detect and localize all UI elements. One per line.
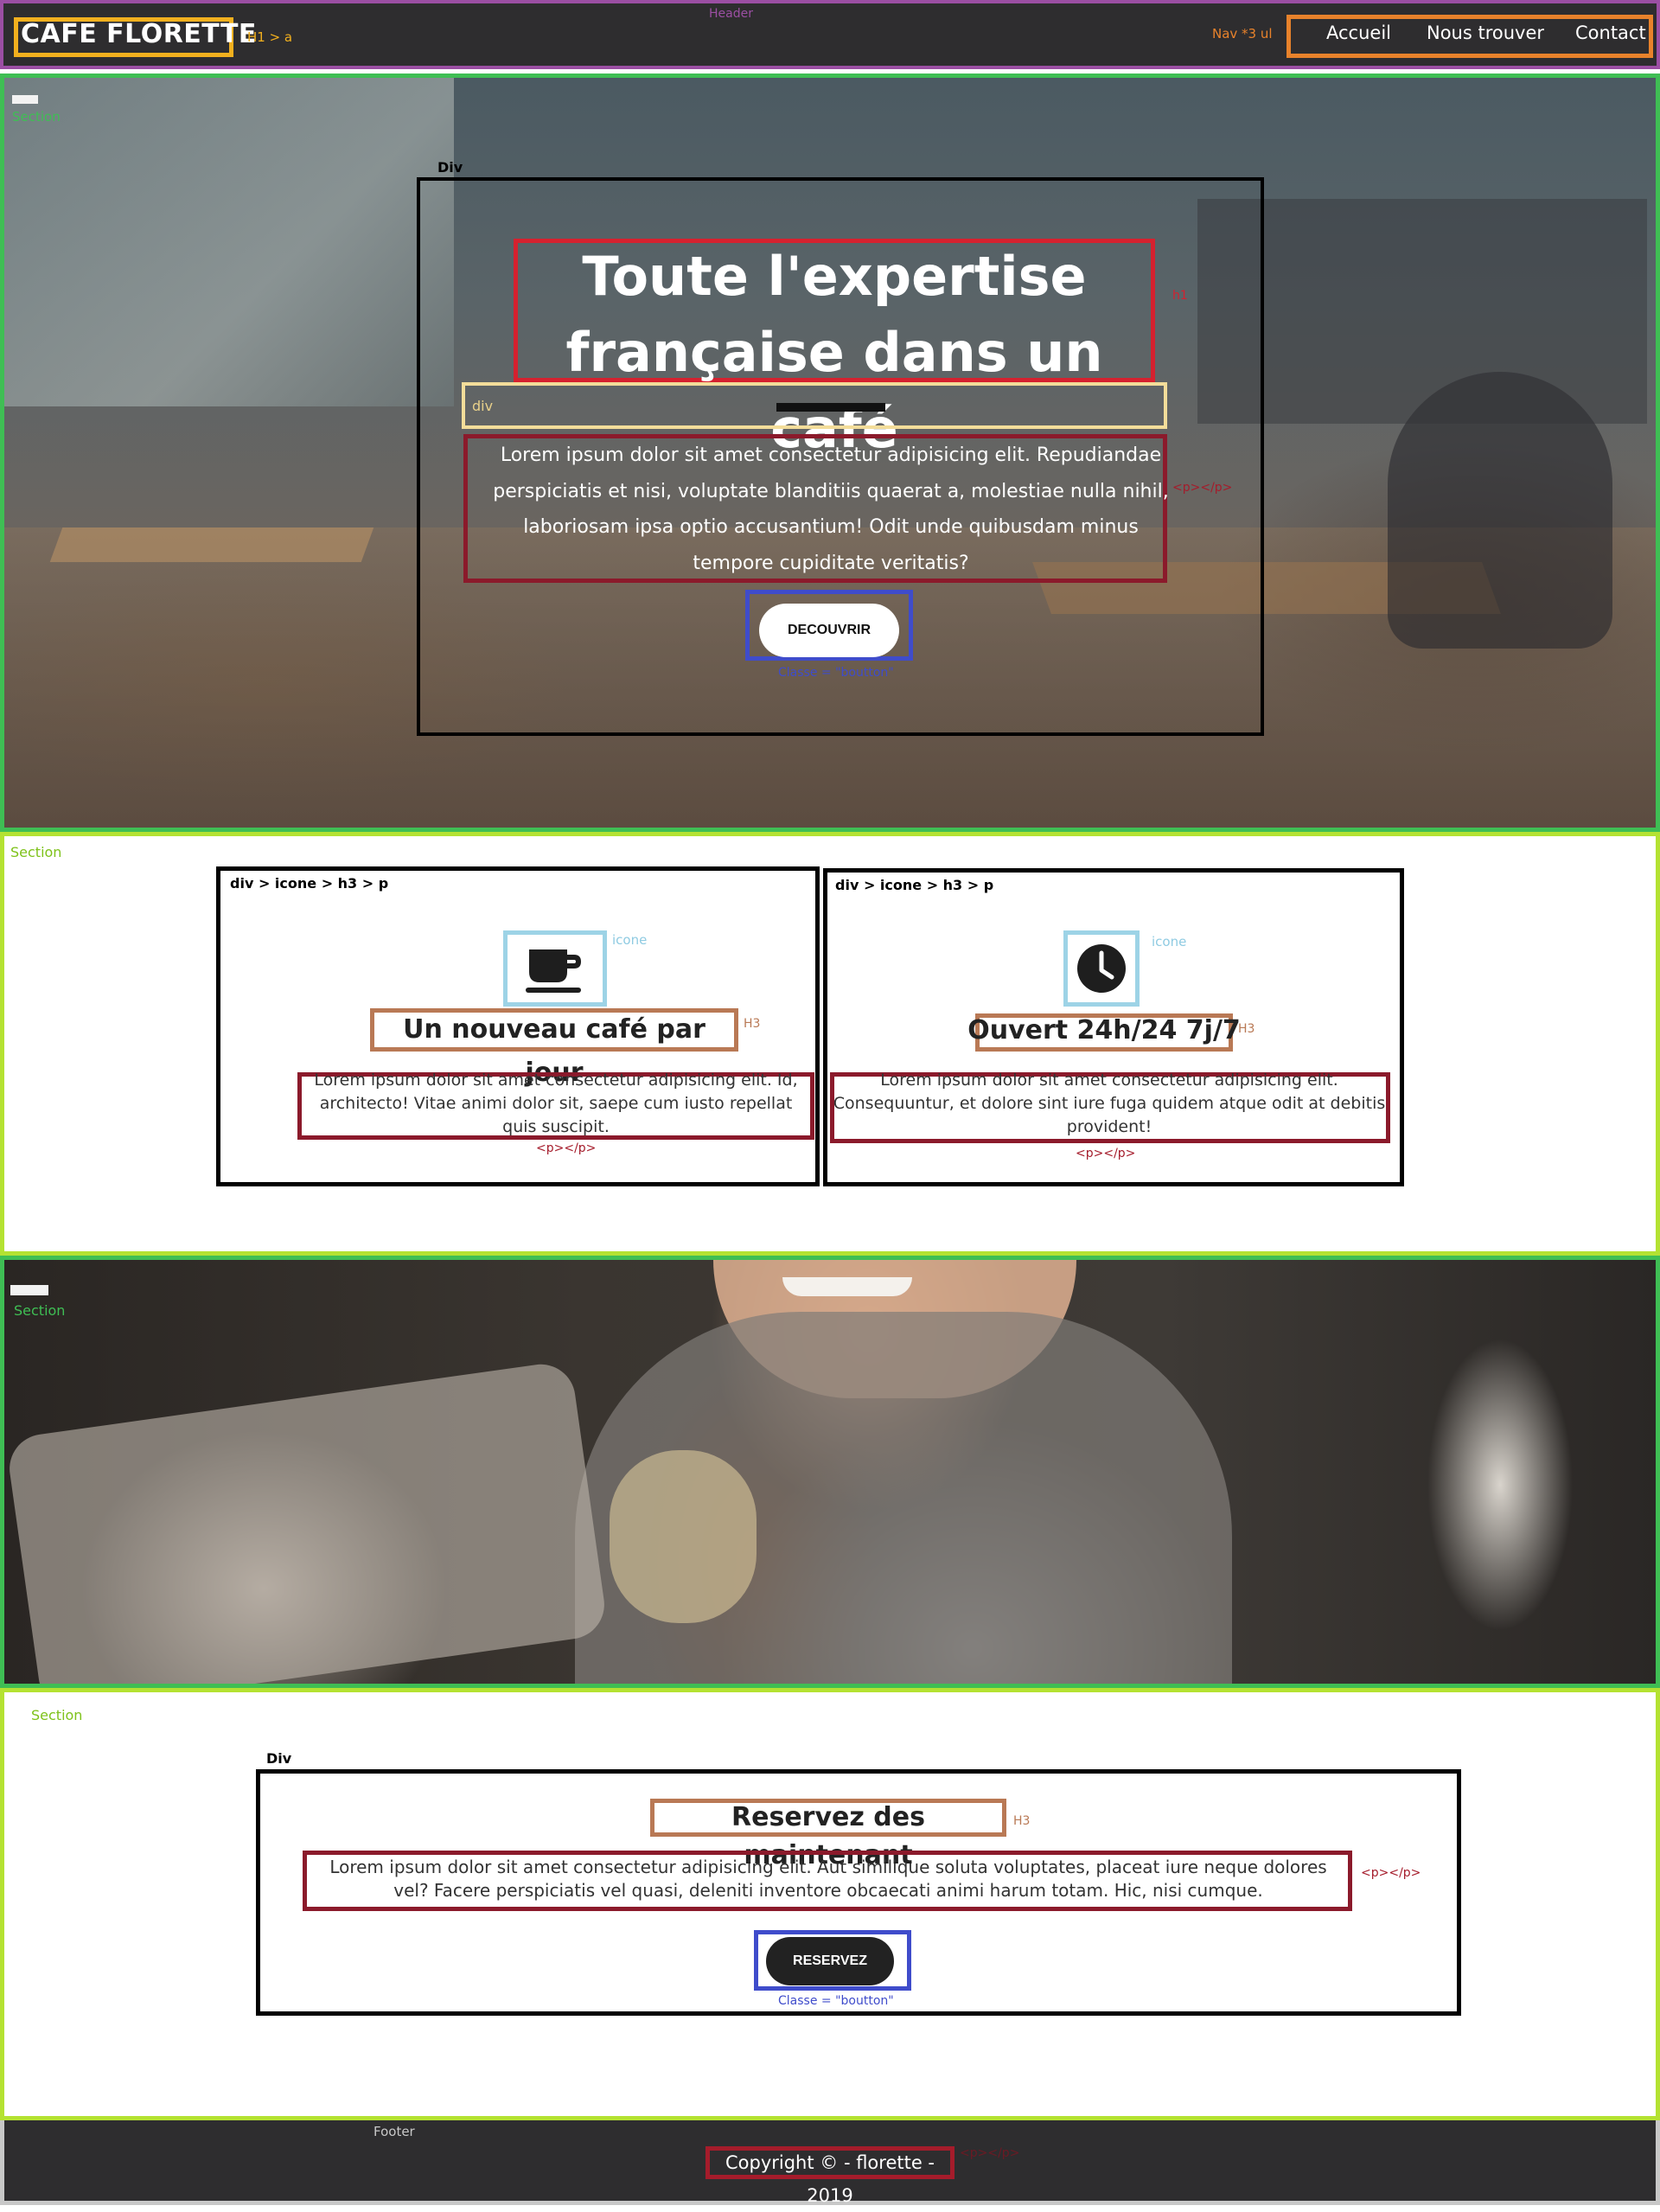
hours-title-annotation: H3 xyxy=(1238,1022,1255,1036)
clock-icon xyxy=(1077,944,1126,993)
hours-paragraph-annotation: <p></p> xyxy=(1076,1147,1136,1160)
divider-div-annotation: div xyxy=(472,398,494,414)
hero-button-annotation: Classe = "boutton" xyxy=(778,666,894,680)
copyright-annotation: <p></p> xyxy=(960,2146,1020,2160)
reservation-button-annotation: Classe = "boutton" xyxy=(778,1994,894,2008)
footer-annotation: Footer xyxy=(374,2124,415,2139)
features-section-annotation: Section xyxy=(10,844,62,860)
coffee-paragraph-annotation: <p></p> xyxy=(536,1141,597,1155)
hero-window-light xyxy=(4,78,454,406)
hours-card-text: Lorem ipsum dolor sit amet consectetur a… xyxy=(833,1071,1386,1136)
nav-link-contact[interactable]: Contact xyxy=(1575,22,1646,43)
discover-button[interactable]: DECOUVRIR xyxy=(759,604,899,657)
reservation-text: Lorem ipsum dolor sit amet consectetur a… xyxy=(329,1857,1327,1901)
logo-annotation: H1 > a xyxy=(247,29,293,45)
feature-card-structure-annotation: div > icone > h3 > p xyxy=(835,877,994,893)
hero-paragraph-annotation: <p></p> xyxy=(1172,481,1233,495)
hours-card-title: Ouvert 24h/24 7j/7 xyxy=(967,1015,1241,1045)
feature-card-structure-annotation: div > icone > h3 > p xyxy=(230,875,389,892)
hero-div-annotation: Div xyxy=(437,159,463,176)
hero-section-annotation: Section xyxy=(12,109,61,125)
reservation-div-annotation: Div xyxy=(266,1750,292,1767)
hero-divider-bar xyxy=(776,403,885,412)
reserve-button[interactable]: RESERVEZ xyxy=(766,1937,894,1985)
hero-shelves xyxy=(1197,199,1647,424)
coffee-icon-annotation: icone xyxy=(612,932,648,948)
coffee-card-text: Lorem ipsum dolor sit amet consectetur a… xyxy=(314,1071,798,1136)
nav-link-accueil[interactable]: Accueil xyxy=(1326,22,1391,43)
hero-title: Toute l'expertise française dans un café xyxy=(565,245,1103,460)
photo-smile xyxy=(782,1277,912,1296)
photo-section-annotation: Section xyxy=(14,1302,66,1319)
photo-espresso-machine xyxy=(4,1359,610,1684)
reservation-section-annotation: Section xyxy=(31,1707,83,1723)
clock-icon-annotation: icone xyxy=(1152,934,1187,949)
nav-link-nous-trouver[interactable]: Nous trouver xyxy=(1427,22,1544,43)
photo-glass xyxy=(610,1450,757,1623)
coffee-cup-icon xyxy=(526,949,581,993)
reservation-title-annotation: H3 xyxy=(1013,1814,1031,1828)
hero-title-annotation: h1 xyxy=(1172,289,1188,303)
broken-image-icon xyxy=(10,1285,48,1295)
site-logo-link[interactable]: CAFE FLORETTE xyxy=(21,19,257,49)
hero-paragraph: Lorem ipsum dolor sit amet consectetur a… xyxy=(493,444,1169,574)
reservation-paragraph-annotation: <p></p> xyxy=(1361,1866,1421,1880)
coffee-title-annotation: H3 xyxy=(744,1017,761,1031)
header-annotation: Header xyxy=(709,7,753,21)
photo-section xyxy=(0,1256,1660,1688)
nav-annotation: Nav *3 ul xyxy=(1212,26,1273,42)
broken-image-icon xyxy=(12,95,38,104)
copyright-text: Copyright © - florette - 2019 xyxy=(725,2152,935,2206)
hero-table-left xyxy=(49,527,374,562)
